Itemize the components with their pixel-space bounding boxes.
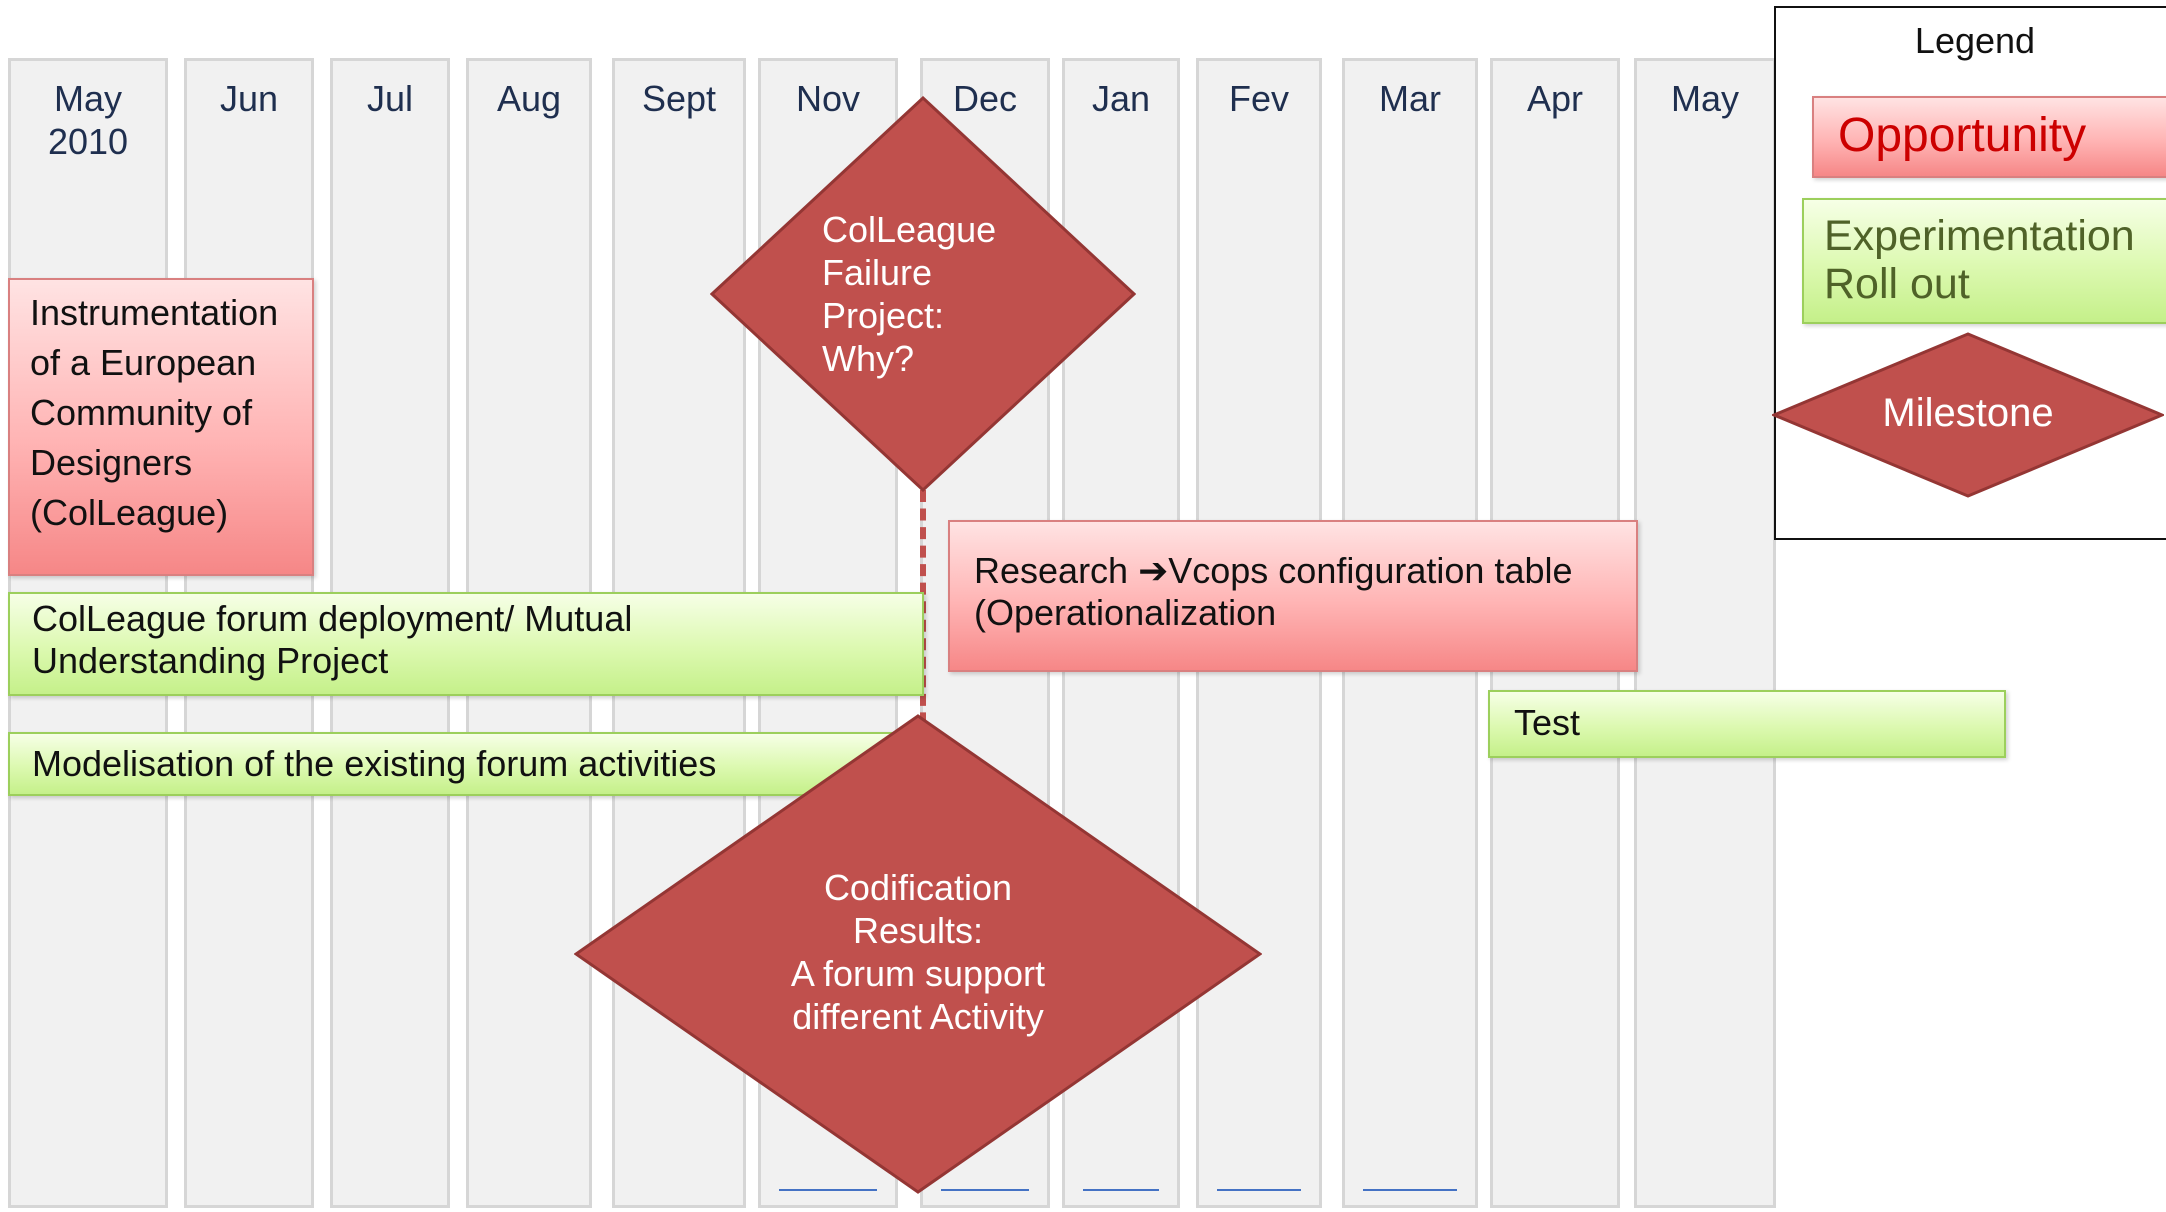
month-label: Aug: [496, 78, 562, 119]
opportunity-instrumentation: Instrumentation of a European Community …: [8, 278, 314, 576]
month-label: Jun: [219, 78, 279, 119]
legend-panel: Legend Opportunity Experimentation Roll …: [1772, 6, 2166, 540]
month-label: Mar: [1379, 78, 1441, 119]
experiment-test: Test: [1488, 690, 2006, 758]
legend-milestone-text: Milestone: [1882, 391, 2054, 435]
month-underline: [1363, 1189, 1457, 1191]
legend-opportunity: Opportunity: [1812, 96, 2166, 178]
month-label: Apr: [1526, 78, 1584, 119]
milestone-codification: Codification Results: A forum support di…: [574, 714, 1262, 1194]
month-column: May: [1634, 58, 1776, 1208]
legend-experimentation-text: Experimentation Roll out: [1824, 212, 2135, 308]
opportunity-research: Research ➔Vcops configuration table (Ope…: [948, 520, 1638, 672]
experiment-test-text: Test: [1514, 702, 1581, 743]
opportunity-research-text: Research ➔Vcops configuration table (Ope…: [974, 550, 1573, 633]
legend-milestone: Milestone: [1772, 332, 2164, 498]
month-label: May: [1670, 78, 1739, 119]
legend-experimentation: Experimentation Roll out: [1802, 198, 2166, 324]
legend-opportunity-text: Opportunity: [1838, 109, 2087, 162]
milestone-codification-text: Codification Results: A forum support di…: [790, 867, 1046, 1037]
month-label: May 2010: [47, 78, 129, 162]
legend-title: Legend: [1914, 20, 2036, 61]
milestone-failure: ColLeague Failure Project: Why?: [710, 96, 1136, 492]
experiment-forum-deployment-text: ColLeague forum deployment/ Mutual Under…: [32, 598, 633, 681]
opportunity-instrumentation-text: Instrumentation of a European Community …: [30, 292, 279, 533]
milestone-failure-text: ColLeague Failure Project: Why?: [822, 209, 997, 379]
month-label: Jul: [366, 78, 414, 119]
month-label: Fev: [1228, 78, 1289, 119]
experiment-forum-deployment: ColLeague forum deployment/ Mutual Under…: [8, 592, 924, 696]
